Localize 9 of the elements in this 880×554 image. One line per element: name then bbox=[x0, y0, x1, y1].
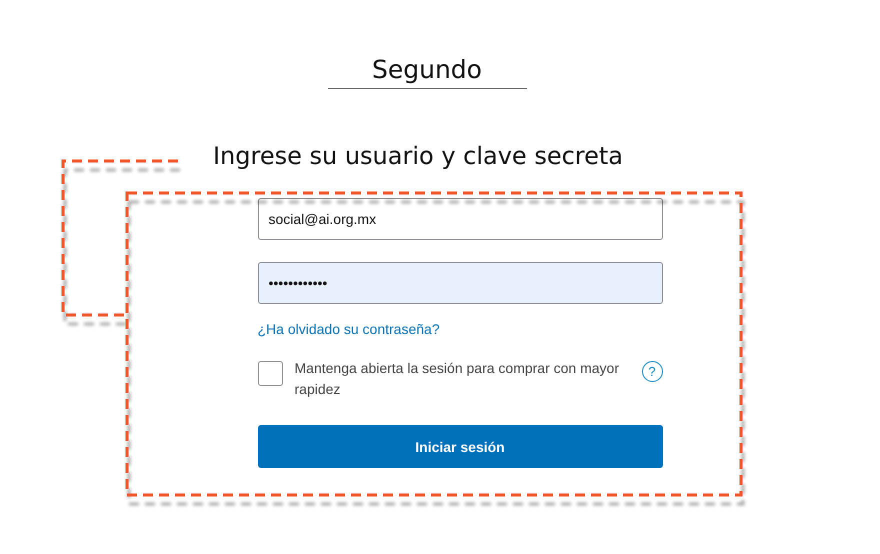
forgot-password-link[interactable]: ¿Ha olvidado su contraseña? bbox=[258, 321, 440, 337]
remember-label: Mantenga abierta la sesión para comprar con mayor rapidez bbox=[294, 359, 620, 399]
sign-in-button[interactable]: Iniciar sesión bbox=[258, 425, 662, 468]
email-field[interactable]: social@ai.org.mx bbox=[258, 198, 662, 240]
password-field[interactable]: •••••••••••• bbox=[258, 262, 662, 304]
instruction-heading: Ingrese su usuario y clave secreta bbox=[212, 141, 624, 171]
help-icon[interactable]: ? bbox=[642, 361, 662, 382]
remember-checkbox[interactable] bbox=[258, 361, 282, 386]
step-title: Segundo bbox=[328, 54, 526, 89]
